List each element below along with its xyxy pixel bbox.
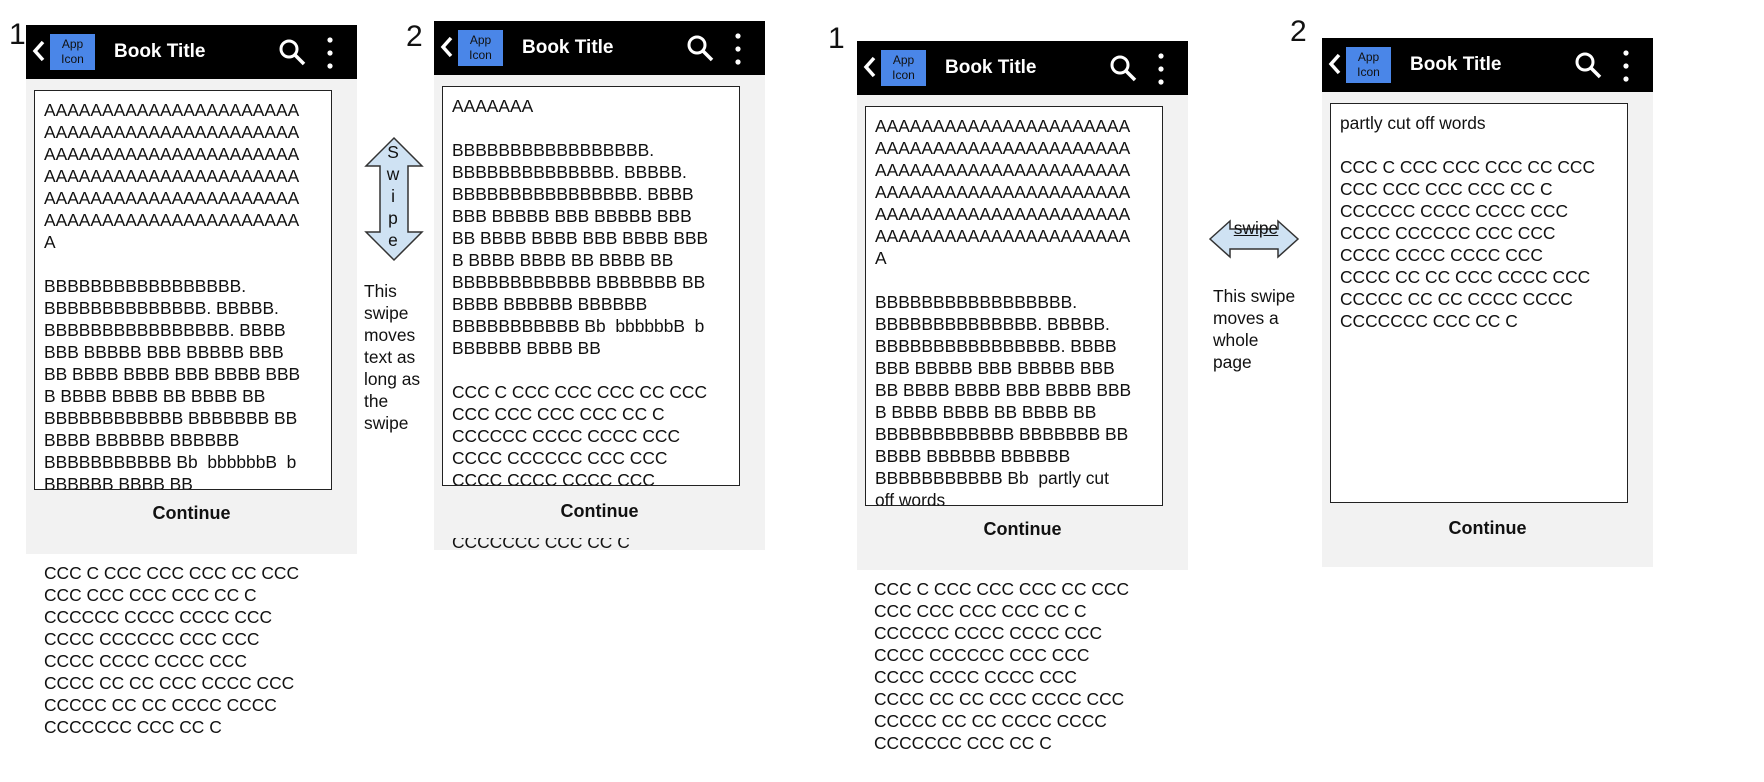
- app-icon[interactable]: App Icon: [458, 30, 503, 66]
- phone-screen: App Icon Book Title AAAAAAA BBBBBBBBBBBB…: [434, 21, 765, 550]
- app-bar: App Icon Book Title: [1322, 38, 1653, 92]
- more-vert-icon[interactable]: [732, 32, 744, 66]
- page-text: AAAAAAA BBBBBBBBBBBBBBBBB. BBBBBBBBBBBBB…: [452, 96, 709, 486]
- search-icon[interactable]: [1109, 54, 1137, 82]
- back-chevron-icon[interactable]: [32, 39, 46, 63]
- offscreen-text: CCC C CCC CCC CCC CC CCC CCC CCC CCC CCC…: [874, 579, 1130, 753]
- app-bar: App Icon Book Title: [434, 21, 765, 75]
- continue-button[interactable]: Continue: [26, 503, 357, 524]
- page-text: AAAAAAAAAAAAAAAAAAAAAA AAAAAAAAAAAAAAAAA…: [44, 100, 301, 490]
- phone-screen: App Icon Book Title AAAAAAAAAAAAAAAAAAAA…: [857, 41, 1188, 570]
- offscreen-text: CCC C CCC CCC CCC CC CCC CCC CCC CCC CCC…: [44, 563, 300, 737]
- app-icon[interactable]: App Icon: [50, 34, 95, 70]
- continue-button[interactable]: Continue: [1322, 518, 1653, 539]
- phone-screen: App Icon Book Title partly cut off words…: [1322, 38, 1653, 567]
- app-icon[interactable]: App Icon: [1346, 47, 1391, 83]
- book-title: Book Title: [945, 57, 1037, 78]
- app-icon[interactable]: App Icon: [881, 50, 926, 86]
- search-icon[interactable]: [1574, 51, 1602, 79]
- continue-button[interactable]: Continue: [857, 519, 1188, 540]
- app-bar: App Icon Book Title: [26, 25, 357, 79]
- more-vert-icon[interactable]: [324, 36, 336, 70]
- app-bar: App Icon Book Title: [857, 41, 1188, 95]
- phone-screen: App Icon Book Title AAAAAAAAAAAAAAAAAAAA…: [26, 25, 357, 554]
- step-number: 1: [9, 18, 26, 51]
- swipe-label: swipe: [1233, 218, 1279, 238]
- more-vert-icon[interactable]: [1620, 49, 1632, 83]
- swipe-label: S w i p e: [386, 142, 400, 250]
- step-number: 2: [406, 20, 423, 53]
- page-text: partly cut off words CCC C CCC CCC CCC C…: [1340, 113, 1596, 331]
- back-chevron-icon[interactable]: [1328, 52, 1342, 76]
- page-text: AAAAAAAAAAAAAAAAAAAAAA AAAAAAAAAAAAAAAAA…: [875, 116, 1132, 506]
- reading-pane[interactable]: AAAAAAAAAAAAAAAAAAAAAA AAAAAAAAAAAAAAAAA…: [865, 106, 1163, 506]
- search-icon[interactable]: [278, 38, 306, 66]
- reading-pane[interactable]: partly cut off words CCC C CCC CCC CCC C…: [1330, 103, 1628, 503]
- search-icon[interactable]: [686, 34, 714, 62]
- offscreen-text: CCCCCCC CCC CC C: [452, 538, 630, 552]
- book-title: Book Title: [1410, 54, 1502, 75]
- step-number: 2: [1290, 15, 1307, 48]
- step-number: 1: [828, 22, 845, 55]
- book-title: Book Title: [114, 41, 206, 62]
- swipe-note: This swipe moves text as long as the swi…: [364, 281, 421, 433]
- book-title: Book Title: [522, 37, 614, 58]
- back-chevron-icon[interactable]: [440, 35, 454, 59]
- reading-pane[interactable]: AAAAAAA BBBBBBBBBBBBBBBBB. BBBBBBBBBBBBB…: [442, 86, 740, 486]
- back-chevron-icon[interactable]: [863, 55, 877, 79]
- swipe-note: This swipe moves a whole page: [1213, 286, 1296, 372]
- continue-button[interactable]: Continue: [434, 501, 765, 522]
- more-vert-icon[interactable]: [1155, 52, 1167, 86]
- reading-pane[interactable]: AAAAAAAAAAAAAAAAAAAAAA AAAAAAAAAAAAAAAAA…: [34, 90, 332, 490]
